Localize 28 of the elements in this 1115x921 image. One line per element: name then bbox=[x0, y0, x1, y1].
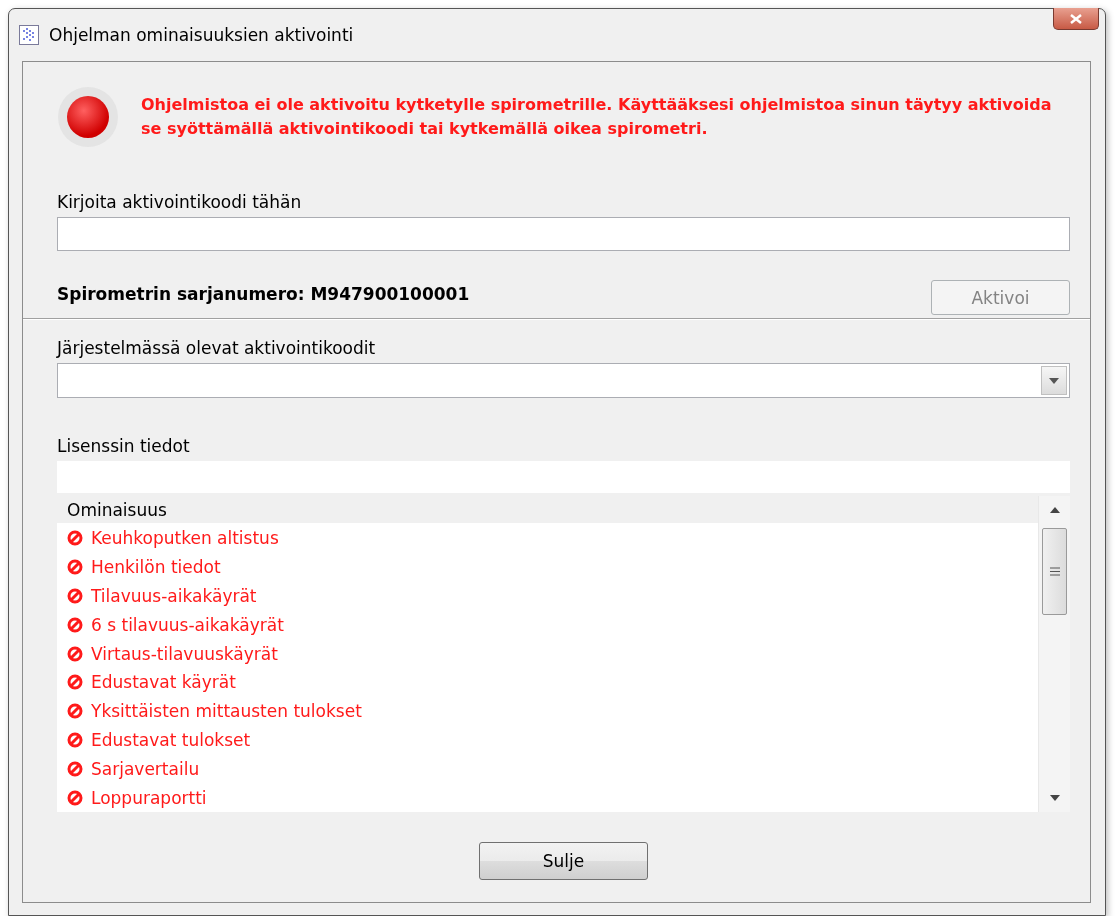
feature-name: Edustavat tulokset bbox=[91, 729, 251, 750]
status-message: Ohjelmistoa ei ole aktivoitu kytketylle spirometrille. Käyttääksesi ohjelmistoa sinun täytyy aktivoida se syöttämällä aktivointikoodi tai kytkemällä oikea spirometri. bbox=[141, 94, 1053, 140]
scroll-down-icon[interactable] bbox=[1049, 795, 1060, 801]
feature-name: Henkilön tiedot bbox=[91, 557, 221, 578]
section-label: Lisenssin tiedot bbox=[57, 436, 190, 456]
feature-name: Virtaus-tilavuuskäyrät bbox=[91, 643, 278, 664]
feature-name: Loppuraportti bbox=[91, 787, 207, 808]
serial-number: Spirometrin sarjanumero: M947900100001 bbox=[57, 284, 470, 304]
dropdown-button[interactable] bbox=[1041, 366, 1067, 395]
app-icon bbox=[19, 25, 39, 45]
scroll-up-icon[interactable] bbox=[1049, 507, 1060, 513]
feature-name: Sarjavertailu bbox=[91, 758, 200, 779]
activation-code-field[interactable] bbox=[57, 217, 1070, 251]
scrollbar[interactable] bbox=[1038, 496, 1070, 812]
close-icon bbox=[1070, 13, 1082, 24]
feature-name: Keuhkoputken altistus bbox=[91, 528, 279, 549]
close-button[interactable] bbox=[1053, 8, 1099, 30]
feature-name: Edustavat käyrät bbox=[91, 672, 236, 693]
feature-name: Tilavuus-aikakäyrät bbox=[91, 586, 257, 606]
field-label: Kirjoita aktivointikoodi tähän bbox=[57, 192, 302, 212]
column-header: Ominaisuus bbox=[67, 499, 167, 520]
window-title: Ohjelman ominaisuuksien aktivointi bbox=[49, 25, 354, 45]
field-label: Järjestelmässä olevat aktivointikoodit bbox=[57, 338, 376, 358]
close-dialog-button[interactable]: Sulje bbox=[479, 842, 648, 880]
grip-icon bbox=[1049, 567, 1060, 576]
feature-name: Yksittäisten mittausten tulokset bbox=[91, 701, 362, 722]
caret-icon bbox=[1049, 377, 1059, 384]
feature-name: 6 s tilavuus-aikakäyrät bbox=[91, 614, 284, 635]
